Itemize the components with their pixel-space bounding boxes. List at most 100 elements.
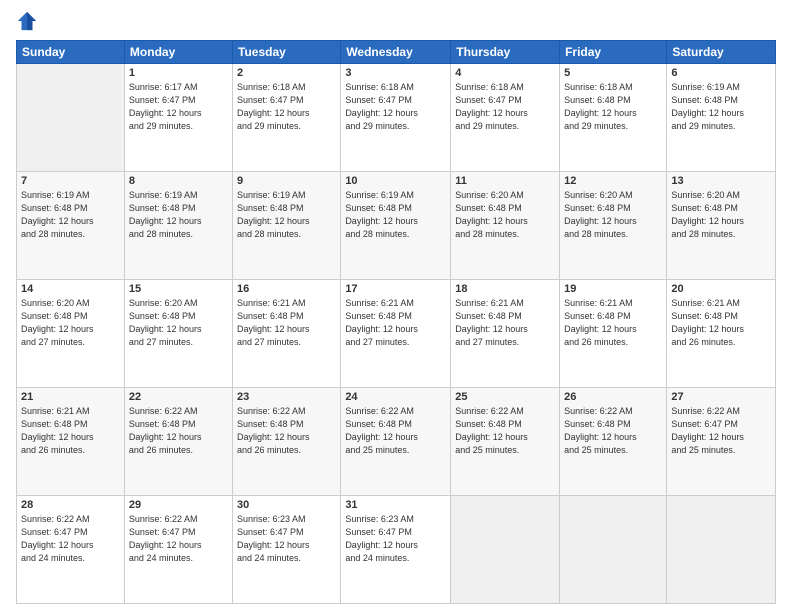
day-number: 14 [21,283,120,295]
day-info: Sunrise: 6:20 AM Sunset: 6:48 PM Dayligh… [455,189,555,241]
day-info: Sunrise: 6:22 AM Sunset: 6:48 PM Dayligh… [564,405,662,457]
day-number: 5 [564,67,662,79]
day-number: 22 [129,391,228,403]
logo-icon [16,10,38,32]
day-number: 9 [237,175,336,187]
day-cell: 7 Sunrise: 6:19 AM Sunset: 6:48 PM Daylig… [17,172,125,280]
day-header-saturday: Saturday [667,41,776,64]
day-header-thursday: Thursday [451,41,560,64]
day-cell: 11 Sunrise: 6:20 AM Sunset: 6:48 PM Dayli… [451,172,560,280]
calendar-table: SundayMondayTuesdayWednesdayThursdayFrid… [16,40,776,604]
day-header-friday: Friday [560,41,667,64]
day-cell: 13 Sunrise: 6:20 AM Sunset: 6:48 PM Dayli… [667,172,776,280]
day-header-tuesday: Tuesday [233,41,341,64]
day-info: Sunrise: 6:22 AM Sunset: 6:47 PM Dayligh… [129,513,228,565]
day-info: Sunrise: 6:17 AM Sunset: 6:47 PM Dayligh… [129,81,228,133]
day-info: Sunrise: 6:21 AM Sunset: 6:48 PM Dayligh… [671,297,771,349]
day-cell: 10 Sunrise: 6:19 AM Sunset: 6:48 PM Dayli… [341,172,451,280]
week-row-1: 1 Sunrise: 6:17 AM Sunset: 6:47 PM Daylig… [17,64,776,172]
day-info: Sunrise: 6:20 AM Sunset: 6:48 PM Dayligh… [564,189,662,241]
day-cell: 2Sunrise: 6:18 AM Sunset: 6:47 PM Daylig… [233,64,341,172]
day-cell: 4 Sunrise: 6:18 AM Sunset: 6:47 PM Daylig… [451,64,560,172]
day-cell: 15 Sunrise: 6:20 AM Sunset: 6:48 PM Dayli… [124,280,232,388]
day-cell [451,496,560,604]
day-number: 6 [671,67,771,79]
day-info: Sunrise: 6:18 AM Sunset: 6:47 PM Dayligh… [455,81,555,133]
day-cell: 9Sunrise: 6:19 AM Sunset: 6:48 PM Daylig… [233,172,341,280]
day-cell: 19Sunrise: 6:21 AM Sunset: 6:48 PM Dayli… [560,280,667,388]
day-number: 30 [237,499,336,511]
day-cell: 17 Sunrise: 6:21 AM Sunset: 6:48 PM Dayli… [341,280,451,388]
day-cell: 28 Sunrise: 6:22 AM Sunset: 6:47 PM Dayli… [17,496,125,604]
day-cell: 31Sunrise: 6:23 AM Sunset: 6:47 PM Dayli… [341,496,451,604]
day-header-monday: Monday [124,41,232,64]
day-cell: 23 Sunrise: 6:22 AM Sunset: 6:48 PM Dayli… [233,388,341,496]
day-header-wednesday: Wednesday [341,41,451,64]
day-cell: 16 Sunrise: 6:21 AM Sunset: 6:48 PM Dayli… [233,280,341,388]
day-info: Sunrise: 6:21 AM Sunset: 6:48 PM Dayligh… [21,405,120,457]
day-number: 7 [21,175,120,187]
day-cell: 1 Sunrise: 6:17 AM Sunset: 6:47 PM Daylig… [124,64,232,172]
day-number: 29 [129,499,228,511]
day-info: Sunrise: 6:22 AM Sunset: 6:47 PM Dayligh… [671,405,771,457]
week-row-2: 7 Sunrise: 6:19 AM Sunset: 6:48 PM Daylig… [17,172,776,280]
day-info: Sunrise: 6:21 AM Sunset: 6:48 PM Dayligh… [237,297,336,349]
week-row-3: 14 Sunrise: 6:20 AM Sunset: 6:48 PM Dayli… [17,280,776,388]
day-info: Sunrise: 6:18 AM Sunset: 6:48 PM Dayligh… [564,81,662,133]
day-cell [667,496,776,604]
day-number: 21 [21,391,120,403]
day-number: 11 [455,175,555,187]
day-info: Sunrise: 6:22 AM Sunset: 6:48 PM Dayligh… [455,405,555,457]
day-number: 17 [345,283,446,295]
day-cell [17,64,125,172]
day-info: Sunrise: 6:22 AM Sunset: 6:48 PM Dayligh… [345,405,446,457]
day-cell: 29 Sunrise: 6:22 AM Sunset: 6:47 PM Dayli… [124,496,232,604]
calendar-header-row: SundayMondayTuesdayWednesdayThursdayFrid… [17,41,776,64]
day-number: 23 [237,391,336,403]
day-number: 19 [564,283,662,295]
day-number: 28 [21,499,120,511]
day-number: 12 [564,175,662,187]
day-cell [560,496,667,604]
day-number: 8 [129,175,228,187]
day-cell: 8 Sunrise: 6:19 AM Sunset: 6:48 PM Daylig… [124,172,232,280]
week-row-5: 28 Sunrise: 6:22 AM Sunset: 6:47 PM Dayli… [17,496,776,604]
day-number: 2 [237,67,336,79]
day-cell: 22 Sunrise: 6:22 AM Sunset: 6:48 PM Dayli… [124,388,232,496]
day-cell: 30 Sunrise: 6:23 AM Sunset: 6:47 PM Dayli… [233,496,341,604]
day-cell: 5 Sunrise: 6:18 AM Sunset: 6:48 PM Daylig… [560,64,667,172]
day-info: Sunrise: 6:19 AM Sunset: 6:48 PM Dayligh… [345,189,446,241]
day-number: 16 [237,283,336,295]
day-cell: 24Sunrise: 6:22 AM Sunset: 6:48 PM Dayli… [341,388,451,496]
day-info: Sunrise: 6:19 AM Sunset: 6:48 PM Dayligh… [21,189,120,241]
day-number: 15 [129,283,228,295]
day-info: Sunrise: 6:22 AM Sunset: 6:48 PM Dayligh… [129,405,228,457]
day-cell: 6 Sunrise: 6:19 AM Sunset: 6:48 PM Daylig… [667,64,776,172]
day-info: Sunrise: 6:23 AM Sunset: 6:47 PM Dayligh… [345,513,446,565]
day-info: Sunrise: 6:23 AM Sunset: 6:47 PM Dayligh… [237,513,336,565]
day-header-sunday: Sunday [17,41,125,64]
day-cell: 14Sunrise: 6:20 AM Sunset: 6:48 PM Dayli… [17,280,125,388]
day-cell: 21 Sunrise: 6:21 AM Sunset: 6:48 PM Dayli… [17,388,125,496]
day-number: 13 [671,175,771,187]
day-info: Sunrise: 6:20 AM Sunset: 6:48 PM Dayligh… [671,189,771,241]
header [16,12,776,34]
day-number: 27 [671,391,771,403]
day-cell: 20Sunrise: 6:21 AM Sunset: 6:48 PM Dayli… [667,280,776,388]
day-number: 18 [455,283,555,295]
day-info: Sunrise: 6:19 AM Sunset: 6:48 PM Dayligh… [129,189,228,241]
day-info: Sunrise: 6:22 AM Sunset: 6:47 PM Dayligh… [21,513,120,565]
day-cell: 25 Sunrise: 6:22 AM Sunset: 6:48 PM Dayli… [451,388,560,496]
day-number: 3 [345,67,446,79]
day-info: Sunrise: 6:21 AM Sunset: 6:48 PM Dayligh… [345,297,446,349]
day-number: 10 [345,175,446,187]
page: SundayMondayTuesdayWednesdayThursdayFrid… [0,0,792,612]
day-info: Sunrise: 6:19 AM Sunset: 6:48 PM Dayligh… [671,81,771,133]
day-cell: 27 Sunrise: 6:22 AM Sunset: 6:47 PM Dayli… [667,388,776,496]
day-info: Sunrise: 6:18 AM Sunset: 6:47 PM Dayligh… [345,81,446,133]
day-info: Sunrise: 6:22 AM Sunset: 6:48 PM Dayligh… [237,405,336,457]
day-number: 4 [455,67,555,79]
day-number: 1 [129,67,228,79]
day-number: 25 [455,391,555,403]
day-info: Sunrise: 6:20 AM Sunset: 6:48 PM Dayligh… [129,297,228,349]
